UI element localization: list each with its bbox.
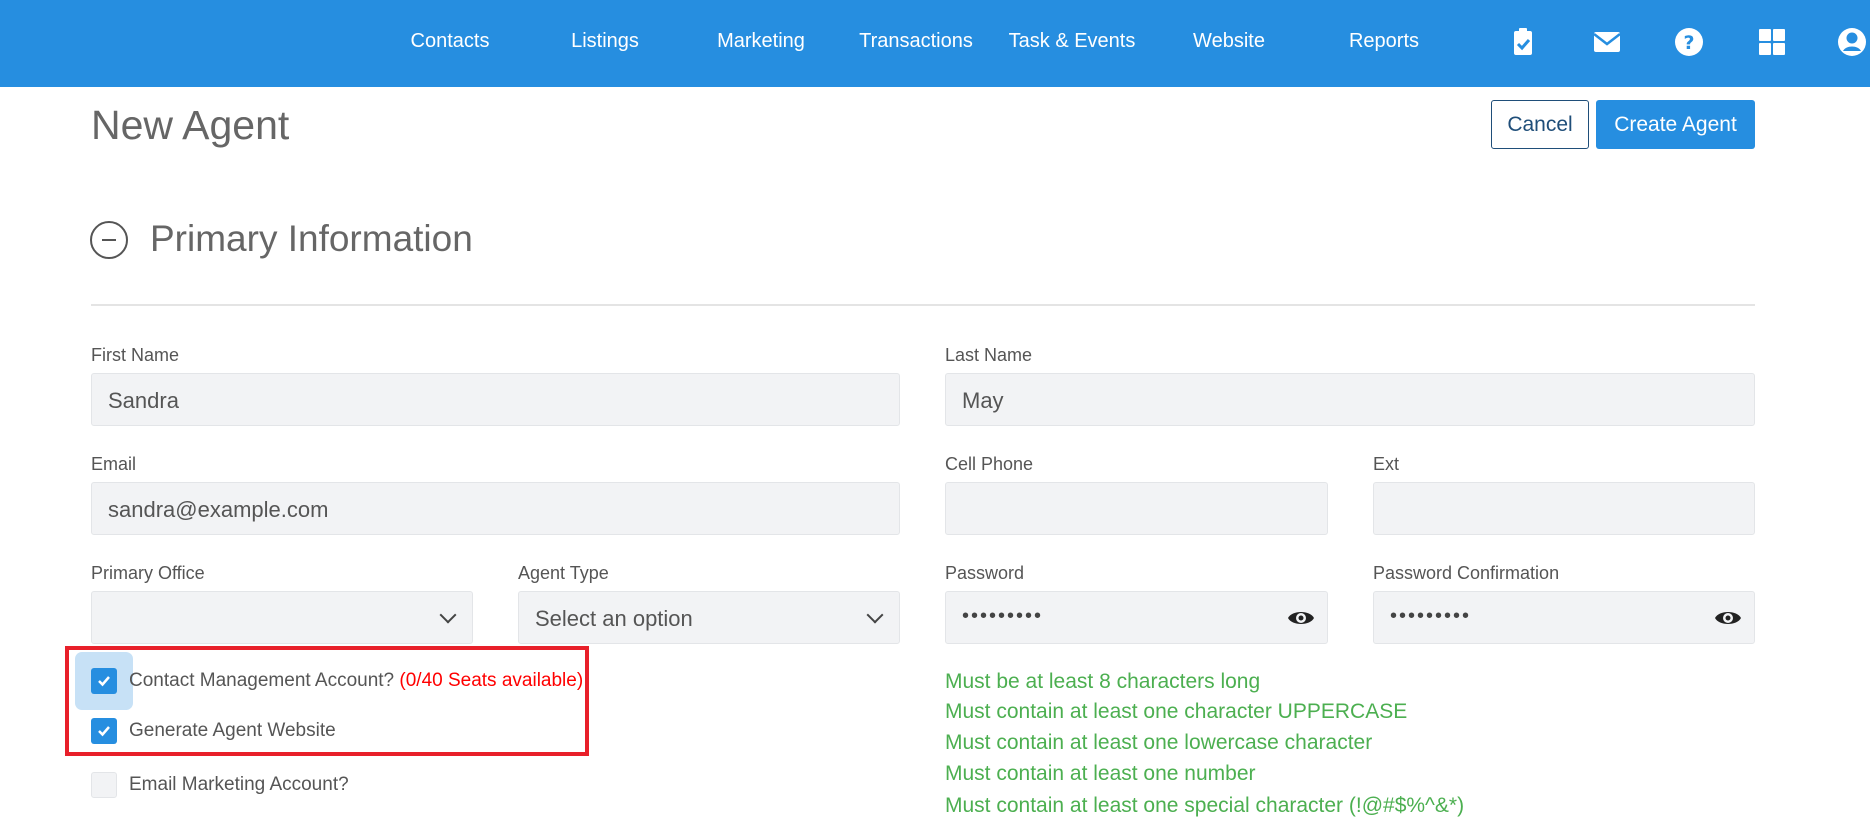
nav-website[interactable]: Website: [1193, 30, 1265, 53]
password-rule: Must contain at least one special charac…: [945, 794, 1465, 817]
password-input[interactable]: •••••••••: [945, 591, 1328, 644]
email-label: Email: [91, 454, 137, 474]
password-rule: Must contain at least one character UPPE…: [945, 700, 1408, 723]
divider: [91, 304, 1755, 306]
page-title: New Agent: [91, 102, 290, 148]
first-name-label: First Name: [91, 345, 180, 365]
password-confirmation-input[interactable]: •••••••••: [1373, 591, 1755, 644]
password-value: •••••••••: [962, 605, 1044, 627]
chevron-down-icon: [866, 606, 884, 624]
envelope-icon[interactable]: [1592, 27, 1622, 57]
section-title: Primary Information: [150, 218, 473, 259]
last-name-label: Last Name: [945, 345, 1033, 365]
email-input[interactable]: sandra@example.com: [91, 482, 900, 535]
password-label: Password: [945, 563, 1025, 583]
password-confirmation-label: Password Confirmation: [1373, 563, 1560, 583]
chevron-down-icon: [439, 606, 457, 624]
password-confirmation-value: •••••••••: [1390, 605, 1472, 627]
password-rule: Must be at least 8 characters long: [945, 670, 1261, 693]
last-name-input[interactable]: May: [945, 373, 1755, 426]
create-agent-button[interactable]: Create Agent: [1596, 100, 1755, 149]
grid-icon[interactable]: [1757, 27, 1787, 57]
first-name-input[interactable]: Sandra: [91, 373, 900, 426]
collapse-minus-icon[interactable]: [90, 221, 128, 259]
ext-input[interactable]: [1373, 482, 1755, 535]
agent-type-value: Select an option: [535, 606, 693, 631]
password-rule: Must contain at least one lowercase char…: [945, 731, 1373, 754]
cancel-button[interactable]: Cancel: [1491, 100, 1589, 149]
user-circle-icon[interactable]: [1837, 27, 1867, 57]
agent-type-label: Agent Type: [518, 563, 609, 583]
top-nav: Contacts Listings Marketing Transactions…: [0, 0, 1870, 87]
nav-listings[interactable]: Listings: [571, 30, 639, 53]
nav-marketing[interactable]: Marketing: [717, 30, 805, 53]
nav-task-events[interactable]: Task & Events: [1009, 30, 1136, 53]
nav-reports[interactable]: Reports: [1349, 30, 1419, 53]
eye-icon[interactable]: [1287, 607, 1315, 629]
nav-contacts[interactable]: Contacts: [411, 30, 490, 53]
highlight-box: [65, 646, 589, 756]
primary-office-label: Primary Office: [91, 563, 205, 583]
primary-office-select[interactable]: [91, 591, 473, 644]
agent-type-select[interactable]: Select an option: [518, 591, 900, 644]
cell-phone-label: Cell Phone: [945, 454, 1034, 474]
svg-text:?: ?: [1683, 32, 1694, 54]
password-rule: Must contain at least one number: [945, 762, 1256, 785]
question-circle-icon[interactable]: ?: [1674, 27, 1704, 57]
eye-icon[interactable]: [1714, 607, 1742, 629]
email-marketing-label: Email Marketing Account?: [129, 774, 349, 795]
email-marketing-checkbox[interactable]: [91, 772, 117, 798]
clipboard-check-icon[interactable]: [1508, 27, 1538, 57]
nav-transactions[interactable]: Transactions: [859, 30, 973, 53]
cell-phone-input[interactable]: [945, 482, 1328, 535]
ext-label: Ext: [1373, 454, 1400, 474]
